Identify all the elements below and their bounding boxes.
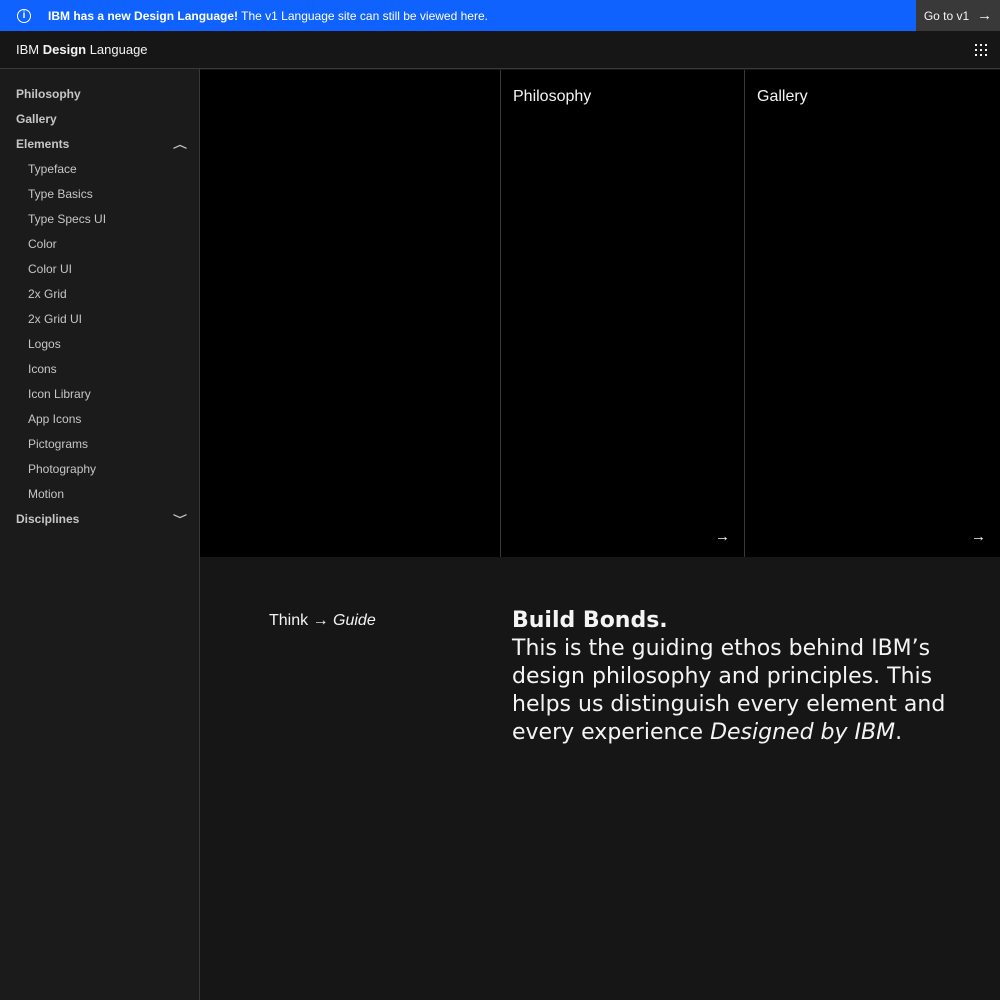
app-switcher-grid-icon[interactable] xyxy=(975,44,987,56)
announcement-banner: i IBM has a new Design Language! The v1 … xyxy=(0,0,1000,31)
sidebar-item-label: Photography xyxy=(28,461,97,476)
sidebar-item-photography[interactable]: Photography xyxy=(0,456,199,481)
sidebar-item-label: Disciplines xyxy=(16,511,80,526)
sidebar-item-philosophy[interactable]: Philosophy xyxy=(0,81,199,106)
arrow-right-icon: → xyxy=(971,528,986,545)
main-content: Philosophy → Gallery → Think → Guide Bui… xyxy=(200,70,1000,1000)
go-to-v1-label: Go to v1 xyxy=(923,8,970,23)
sidebar-nav: Philosophy Gallery Elements ︿ Typeface Ty… xyxy=(0,69,200,1000)
sidebar-item-label: Philosophy xyxy=(16,86,81,101)
arrow-right-icon: → xyxy=(715,528,730,545)
sidebar-item-label: Type Basics xyxy=(28,186,93,201)
sidebar-item-pictograms[interactable]: Pictograms xyxy=(0,431,199,456)
sidebar-item-label: Elements xyxy=(16,136,70,151)
info-icon: i xyxy=(17,8,31,23)
sidebar-item-typeface[interactable]: Typeface xyxy=(0,156,199,181)
ethos-emphasis: Designed by IBM xyxy=(710,720,896,745)
brand-suffix: Language xyxy=(86,42,148,57)
hero-section: Philosophy → Gallery → xyxy=(200,70,1000,557)
sidebar-item-type-specs-ui[interactable]: Type Specs UI xyxy=(0,206,199,231)
ethos-statement: Build Bonds. This is the guiding ethos b… xyxy=(512,607,992,747)
sidebar-item-2x-grid-ui[interactable]: 2x Grid UI xyxy=(0,306,199,331)
brand-prefix: IBM xyxy=(16,42,43,57)
site-header: IBM Design Language xyxy=(0,31,1000,69)
ethos-title: Build Bonds. xyxy=(512,608,668,633)
sidebar-item-label: Gallery xyxy=(16,111,57,126)
banner-message: The v1 Language site can still be viewed… xyxy=(238,8,488,23)
chevron-up-icon: ︿ xyxy=(173,140,187,151)
card-title: Gallery xyxy=(757,88,808,105)
brand-logo[interactable]: IBM Design Language xyxy=(16,42,148,57)
sidebar-item-elements[interactable]: Elements ︿ xyxy=(0,131,199,156)
sidebar-item-label: Motion xyxy=(28,486,65,501)
sidebar-item-icon-library[interactable]: Icon Library xyxy=(0,381,199,406)
chevron-down-icon: ﹀ xyxy=(173,515,187,526)
sidebar-item-logos[interactable]: Logos xyxy=(0,331,199,356)
sidebar-item-label: Pictograms xyxy=(28,436,89,451)
tagline-emphasis: Guide xyxy=(333,612,376,629)
go-to-v1-button[interactable]: Go to v1 → xyxy=(916,0,1000,31)
sidebar-item-label: Icons xyxy=(28,361,57,376)
banner-title: IBM has a new Design Language! xyxy=(48,8,239,23)
sidebar-item-disciplines[interactable]: Disciplines ﹀ xyxy=(0,506,199,531)
sidebar-item-icons[interactable]: Icons xyxy=(0,356,199,381)
sidebar-item-label: Color UI xyxy=(28,261,73,276)
sidebar-item-label: 2x Grid xyxy=(28,286,67,301)
ethos-end: . xyxy=(895,720,903,745)
sidebar-item-label: 2x Grid UI xyxy=(28,311,83,326)
sidebar-item-type-basics[interactable]: Type Basics xyxy=(0,181,199,206)
philosophy-card[interactable]: Philosophy → xyxy=(500,70,744,557)
sidebar-item-label: Logos xyxy=(28,336,61,351)
sidebar-item-motion[interactable]: Motion xyxy=(0,481,199,506)
sidebar-item-app-icons[interactable]: App Icons xyxy=(0,406,199,431)
tagline-prefix: Think → xyxy=(269,612,334,629)
sidebar-item-2x-grid[interactable]: 2x Grid xyxy=(0,281,199,306)
gallery-card[interactable]: Gallery → xyxy=(744,70,1000,557)
card-title: Philosophy xyxy=(513,88,592,105)
tagline: Think → Guide xyxy=(269,612,376,630)
sidebar-item-label: Icon Library xyxy=(28,386,91,401)
brand-bold: Design xyxy=(42,42,87,57)
sidebar-item-label: Typeface xyxy=(28,161,77,176)
sidebar-item-label: Type Specs UI xyxy=(28,211,107,226)
sidebar-item-label: App Icons xyxy=(28,411,82,426)
sidebar-item-color-ui[interactable]: Color UI xyxy=(0,256,199,281)
banner-text[interactable]: IBM has a new Design Language! The v1 La… xyxy=(48,9,488,23)
sidebar-item-label: Color xyxy=(28,236,57,251)
sidebar-item-gallery[interactable]: Gallery xyxy=(0,106,199,131)
arrow-right-icon: → xyxy=(977,7,993,24)
sidebar-item-color[interactable]: Color xyxy=(0,231,199,256)
